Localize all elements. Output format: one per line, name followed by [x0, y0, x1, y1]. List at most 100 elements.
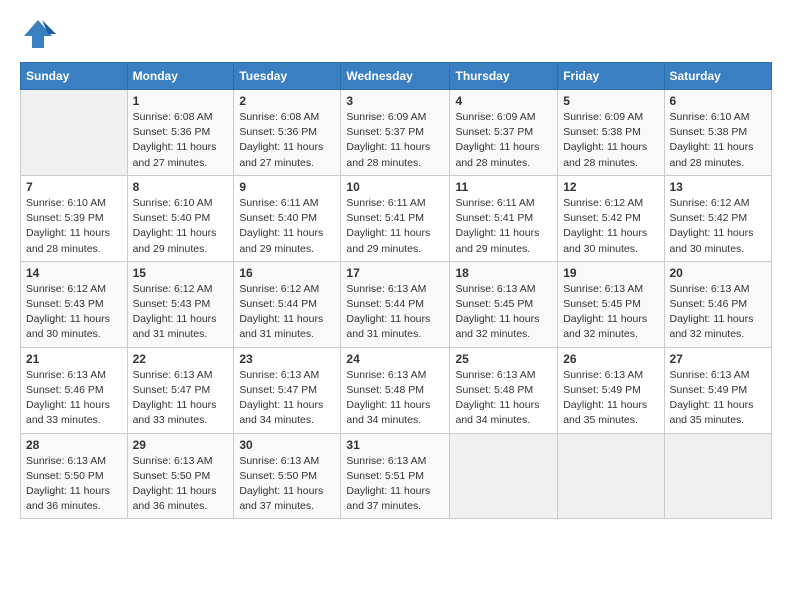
calendar-cell: 5 Sunrise: 6:09 AM Sunset: 5:38 PM Dayli… — [558, 90, 664, 176]
day-info: Sunrise: 6:13 AM Sunset: 5:50 PM Dayligh… — [26, 454, 122, 515]
day-number: 21 — [26, 352, 122, 366]
daylight-text: Daylight: 11 hours and 35 minutes. — [670, 399, 754, 426]
daylight-text: Daylight: 11 hours and 28 minutes. — [26, 227, 110, 254]
sunrise-text: Sunrise: 6:12 AM — [563, 197, 643, 209]
daylight-text: Daylight: 11 hours and 28 minutes. — [346, 141, 430, 168]
daylight-text: Daylight: 11 hours and 37 minutes. — [346, 485, 430, 512]
calendar-cell: 25 Sunrise: 6:13 AM Sunset: 5:48 PM Dayl… — [450, 347, 558, 433]
day-header-friday: Friday — [558, 63, 664, 90]
day-header-sunday: Sunday — [21, 63, 128, 90]
sunset-text: Sunset: 5:39 PM — [26, 212, 104, 224]
sunset-text: Sunset: 5:42 PM — [670, 212, 748, 224]
sunset-text: Sunset: 5:46 PM — [26, 384, 104, 396]
daylight-text: Daylight: 11 hours and 33 minutes. — [133, 399, 217, 426]
sunrise-text: Sunrise: 6:11 AM — [455, 197, 534, 209]
daylight-text: Daylight: 11 hours and 33 minutes. — [26, 399, 110, 426]
calendar-cell: 24 Sunrise: 6:13 AM Sunset: 5:48 PM Dayl… — [341, 347, 450, 433]
sunset-text: Sunset: 5:44 PM — [346, 298, 424, 310]
day-number: 2 — [239, 94, 335, 108]
day-number: 7 — [26, 180, 122, 194]
calendar-week-4: 21 Sunrise: 6:13 AM Sunset: 5:46 PM Dayl… — [21, 347, 772, 433]
calendar-cell: 7 Sunrise: 6:10 AM Sunset: 5:39 PM Dayli… — [21, 175, 128, 261]
sunrise-text: Sunrise: 6:13 AM — [239, 369, 319, 381]
calendar-cell: 21 Sunrise: 6:13 AM Sunset: 5:46 PM Dayl… — [21, 347, 128, 433]
day-number: 19 — [563, 266, 658, 280]
calendar-cell: 30 Sunrise: 6:13 AM Sunset: 5:50 PM Dayl… — [234, 433, 341, 519]
daylight-text: Daylight: 11 hours and 36 minutes. — [26, 485, 110, 512]
sunset-text: Sunset: 5:36 PM — [239, 126, 317, 138]
day-info: Sunrise: 6:13 AM Sunset: 5:50 PM Dayligh… — [133, 454, 229, 515]
day-header-tuesday: Tuesday — [234, 63, 341, 90]
day-info: Sunrise: 6:13 AM Sunset: 5:50 PM Dayligh… — [239, 454, 335, 515]
day-info: Sunrise: 6:13 AM Sunset: 5:45 PM Dayligh… — [455, 282, 552, 343]
calendar-cell: 10 Sunrise: 6:11 AM Sunset: 5:41 PM Dayl… — [341, 175, 450, 261]
calendar-cell: 14 Sunrise: 6:12 AM Sunset: 5:43 PM Dayl… — [21, 261, 128, 347]
sunrise-text: Sunrise: 6:13 AM — [455, 369, 535, 381]
sunrise-text: Sunrise: 6:11 AM — [239, 197, 318, 209]
daylight-text: Daylight: 11 hours and 31 minutes. — [133, 313, 217, 340]
daylight-text: Daylight: 11 hours and 30 minutes. — [670, 227, 754, 254]
day-header-wednesday: Wednesday — [341, 63, 450, 90]
day-info: Sunrise: 6:12 AM Sunset: 5:43 PM Dayligh… — [133, 282, 229, 343]
sunset-text: Sunset: 5:38 PM — [563, 126, 641, 138]
calendar-cell: 12 Sunrise: 6:12 AM Sunset: 5:42 PM Dayl… — [558, 175, 664, 261]
day-number: 6 — [670, 94, 767, 108]
sunrise-text: Sunrise: 6:09 AM — [455, 111, 535, 123]
calendar-cell: 16 Sunrise: 6:12 AM Sunset: 5:44 PM Dayl… — [234, 261, 341, 347]
day-info: Sunrise: 6:13 AM Sunset: 5:51 PM Dayligh… — [346, 454, 444, 515]
daylight-text: Daylight: 11 hours and 29 minutes. — [133, 227, 217, 254]
calendar-cell — [450, 433, 558, 519]
calendar-header: SundayMondayTuesdayWednesdayThursdayFrid… — [21, 63, 772, 90]
sunrise-text: Sunrise: 6:13 AM — [670, 369, 750, 381]
sunset-text: Sunset: 5:40 PM — [239, 212, 317, 224]
sunset-text: Sunset: 5:37 PM — [346, 126, 424, 138]
daylight-text: Daylight: 11 hours and 32 minutes. — [455, 313, 539, 340]
daylight-text: Daylight: 11 hours and 30 minutes. — [26, 313, 110, 340]
sunrise-text: Sunrise: 6:13 AM — [133, 455, 213, 467]
calendar-cell: 20 Sunrise: 6:13 AM Sunset: 5:46 PM Dayl… — [664, 261, 772, 347]
day-info: Sunrise: 6:13 AM Sunset: 5:46 PM Dayligh… — [670, 282, 767, 343]
calendar-cell: 8 Sunrise: 6:10 AM Sunset: 5:40 PM Dayli… — [127, 175, 234, 261]
calendar-week-1: 1 Sunrise: 6:08 AM Sunset: 5:36 PM Dayli… — [21, 90, 772, 176]
day-number: 29 — [133, 438, 229, 452]
logo — [20, 16, 62, 52]
day-number: 27 — [670, 352, 767, 366]
daylight-text: Daylight: 11 hours and 28 minutes. — [455, 141, 539, 168]
calendar-cell: 19 Sunrise: 6:13 AM Sunset: 5:45 PM Dayl… — [558, 261, 664, 347]
day-info: Sunrise: 6:12 AM Sunset: 5:42 PM Dayligh… — [670, 196, 767, 257]
day-number: 15 — [133, 266, 229, 280]
sunrise-text: Sunrise: 6:13 AM — [239, 455, 319, 467]
sunrise-text: Sunrise: 6:13 AM — [133, 369, 213, 381]
calendar-cell: 11 Sunrise: 6:11 AM Sunset: 5:41 PM Dayl… — [450, 175, 558, 261]
day-number: 18 — [455, 266, 552, 280]
calendar-cell: 13 Sunrise: 6:12 AM Sunset: 5:42 PM Dayl… — [664, 175, 772, 261]
sunrise-text: Sunrise: 6:13 AM — [455, 283, 535, 295]
day-info: Sunrise: 6:13 AM Sunset: 5:47 PM Dayligh… — [239, 368, 335, 429]
sunrise-text: Sunrise: 6:10 AM — [670, 111, 750, 123]
calendar-cell: 4 Sunrise: 6:09 AM Sunset: 5:37 PM Dayli… — [450, 90, 558, 176]
day-number: 10 — [346, 180, 444, 194]
daylight-text: Daylight: 11 hours and 35 minutes. — [563, 399, 647, 426]
sunrise-text: Sunrise: 6:09 AM — [346, 111, 426, 123]
calendar-cell: 3 Sunrise: 6:09 AM Sunset: 5:37 PM Dayli… — [341, 90, 450, 176]
sunset-text: Sunset: 5:36 PM — [133, 126, 211, 138]
daylight-text: Daylight: 11 hours and 32 minutes. — [670, 313, 754, 340]
day-number: 14 — [26, 266, 122, 280]
calendar-cell: 23 Sunrise: 6:13 AM Sunset: 5:47 PM Dayl… — [234, 347, 341, 433]
day-header-saturday: Saturday — [664, 63, 772, 90]
day-header-thursday: Thursday — [450, 63, 558, 90]
sunset-text: Sunset: 5:48 PM — [455, 384, 533, 396]
day-info: Sunrise: 6:13 AM Sunset: 5:48 PM Dayligh… — [455, 368, 552, 429]
daylight-text: Daylight: 11 hours and 29 minutes. — [239, 227, 323, 254]
calendar-cell: 31 Sunrise: 6:13 AM Sunset: 5:51 PM Dayl… — [341, 433, 450, 519]
day-info: Sunrise: 6:08 AM Sunset: 5:36 PM Dayligh… — [133, 110, 229, 171]
day-info: Sunrise: 6:11 AM Sunset: 5:40 PM Dayligh… — [239, 196, 335, 257]
sunset-text: Sunset: 5:46 PM — [670, 298, 748, 310]
calendar-week-5: 28 Sunrise: 6:13 AM Sunset: 5:50 PM Dayl… — [21, 433, 772, 519]
calendar-cell: 17 Sunrise: 6:13 AM Sunset: 5:44 PM Dayl… — [341, 261, 450, 347]
sunset-text: Sunset: 5:50 PM — [133, 470, 211, 482]
daylight-text: Daylight: 11 hours and 34 minutes. — [455, 399, 539, 426]
sunset-text: Sunset: 5:38 PM — [670, 126, 748, 138]
day-info: Sunrise: 6:13 AM Sunset: 5:45 PM Dayligh… — [563, 282, 658, 343]
day-header-monday: Monday — [127, 63, 234, 90]
